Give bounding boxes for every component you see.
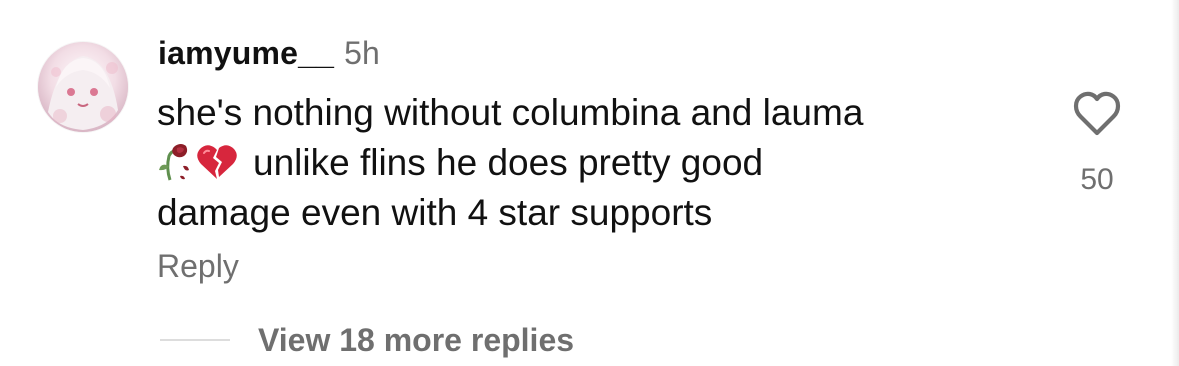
comment-line-3: damage even with 4 star supports: [157, 192, 713, 233]
comment-line-1: she's nothing without columbina and laum…: [157, 92, 864, 133]
comment-line-2-text: unlike flins he does pretty good: [253, 142, 764, 183]
comment-line-2: unlike flins he does pretty good: [157, 138, 1037, 188]
heart-icon: [1073, 91, 1121, 136]
view-more-replies-button[interactable]: View 18 more replies: [258, 322, 574, 359]
like-area: 50: [1062, 88, 1132, 198]
avatar-image: [38, 42, 128, 132]
broken-heart-icon: [195, 142, 239, 182]
username[interactable]: iamyume__: [158, 35, 334, 72]
wilted-rose-icon: [157, 142, 191, 182]
emoji-group: [157, 142, 239, 182]
reply-button[interactable]: Reply: [157, 248, 239, 285]
avatar[interactable]: [38, 42, 128, 132]
like-button[interactable]: [1070, 88, 1124, 138]
comment-text: she's nothing without columbina and laum…: [157, 88, 1037, 238]
comment-header: iamyume__ 5h: [158, 35, 380, 75]
comment-item: iamyume__ 5h she's nothing without colum…: [0, 0, 1179, 366]
timestamp: 5h: [344, 35, 380, 71]
divider-line: [160, 339, 230, 341]
like-count: 50: [1080, 163, 1114, 196]
view-replies-row[interactable]: View 18 more replies: [160, 318, 574, 362]
